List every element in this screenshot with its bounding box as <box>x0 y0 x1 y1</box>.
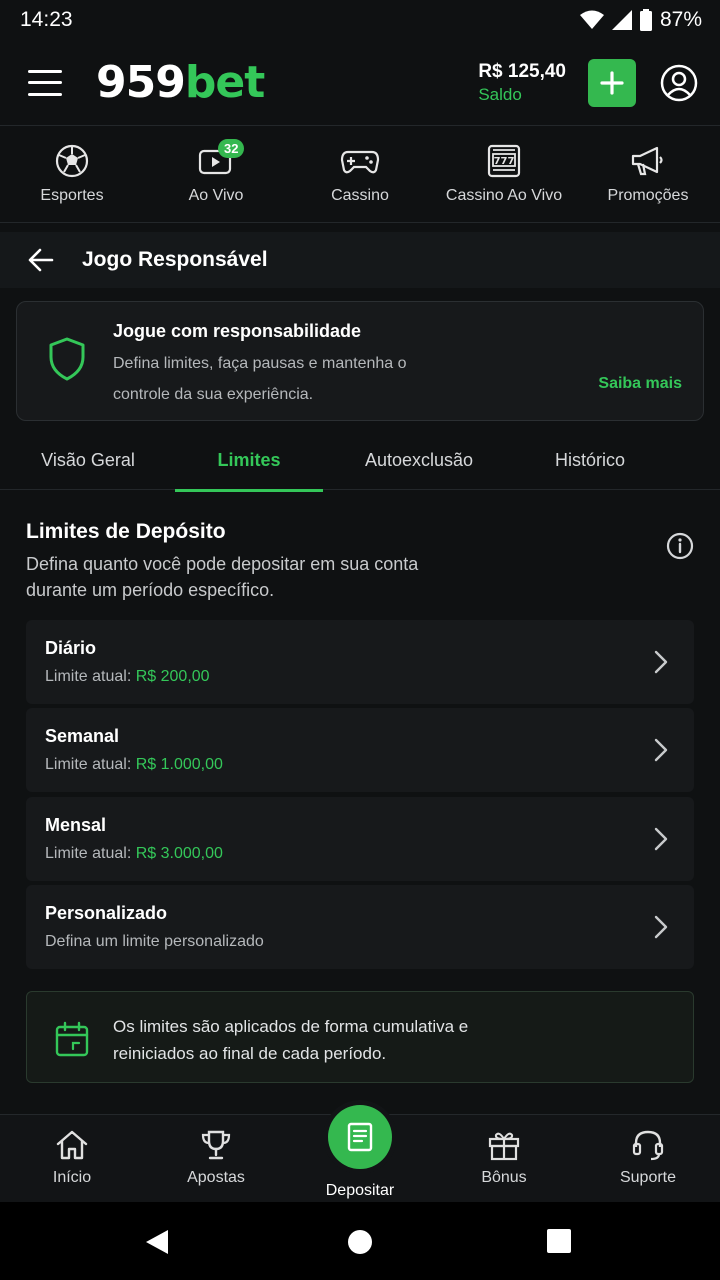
limit-row-diario[interactable]: Diário Limite atual: R$ 200,00 <box>26 620 694 704</box>
limit-name: Diário <box>45 638 97 658</box>
logo-text-number: 959 <box>96 57 186 108</box>
nav-label: Cassino Ao Vivo <box>445 187 563 204</box>
gamepad-icon <box>340 150 380 174</box>
limit-value: R$ 200,00 <box>135 668 210 685</box>
shield-icon <box>49 337 85 381</box>
battery-percent: 87% <box>659 8 702 31</box>
limit-value: R$ 1.000,00 <box>135 756 223 773</box>
bottom-nav: Início Apostas Depositar Bônus Suporte <box>0 1105 720 1203</box>
limit-name: Personalizado <box>45 903 168 923</box>
back-triangle-icon[interactable] <box>144 1229 170 1255</box>
section-description: Defina quanto você pode depositar em sua… <box>26 554 419 600</box>
live-count-badge: 32 <box>218 139 245 158</box>
chevron-right-icon <box>654 738 668 762</box>
limit-current: Limite atual: R$ 200,00 <box>45 668 210 686</box>
soccer-ball-icon <box>55 144 89 178</box>
deposit-plus-button[interactable] <box>588 58 636 107</box>
chevron-right-icon <box>654 827 668 851</box>
card-title: Jogue com responsabilidade <box>113 321 362 341</box>
deposit-fab[interactable] <box>328 1105 392 1169</box>
app-screen: 14:23 87% 959bet R$ 125,40 Saldo Esporte… <box>0 0 720 1280</box>
balance-amount: R$ 125,40 <box>478 60 566 82</box>
tab-visao-geral[interactable]: Visão Geral <box>22 430 154 490</box>
limit-row-personalizado[interactable]: Personalizado Defina um limite personali… <box>26 885 694 969</box>
card-description: Defina limites, faça pausas e mantenha o… <box>113 355 407 403</box>
balance-display[interactable]: R$ 125,40 Saldo <box>478 61 566 105</box>
bottom-nav-label: Depositar <box>325 1182 395 1199</box>
category-nav: Esportes 32 Ao Vivo Cassino 777 Cassino … <box>0 127 720 223</box>
gift-icon <box>488 1132 520 1161</box>
calendar-icon <box>55 1021 89 1057</box>
status-icons: 87% <box>579 8 702 32</box>
nav-item-esportes[interactable]: Esportes <box>0 127 144 222</box>
home-circle-icon[interactable] <box>347 1229 373 1255</box>
limit-value: R$ 3.000,00 <box>135 845 223 862</box>
tab-autoexclusao[interactable]: Autoexclusão <box>346 430 492 490</box>
signal-icon <box>611 10 632 30</box>
nav-item-cassino-ao-vivo[interactable]: 777 Cassino Ao Vivo <box>432 127 576 222</box>
system-nav-bar <box>0 1202 720 1280</box>
limit-current: Limite atual: R$ 3.000,00 <box>45 845 223 863</box>
bottom-nav-apostas[interactable]: Apostas <box>144 1115 288 1203</box>
page-header: Jogo Responsável <box>0 232 720 288</box>
svg-text:777: 777 <box>494 156 515 167</box>
responsibility-card: Jogue com responsabilidade Defina limite… <box>16 301 704 421</box>
battery-icon <box>639 9 652 31</box>
section-title: Limites de Depósito <box>26 520 226 543</box>
limit-name: Mensal <box>45 815 107 835</box>
headset-icon <box>632 1130 664 1161</box>
user-icon[interactable] <box>660 64 698 102</box>
bottom-nav-suporte[interactable]: Suporte <box>576 1115 720 1203</box>
learn-more-link[interactable]: Saiba mais <box>598 375 682 393</box>
limit-current: Limite atual: R$ 1.000,00 <box>45 756 223 774</box>
hamburger-icon[interactable] <box>28 69 62 96</box>
home-icon <box>56 1130 88 1160</box>
chevron-right-icon <box>654 650 668 674</box>
chevron-right-icon <box>654 915 668 939</box>
info-icon[interactable] <box>666 532 694 560</box>
bottom-nav-label: Bônus <box>481 1169 527 1186</box>
receipt-icon <box>347 1122 373 1152</box>
slot-machine-icon: 777 <box>487 144 521 178</box>
limit-name: Semanal <box>45 726 120 746</box>
nav-item-promocoes[interactable]: Promoções <box>576 127 720 222</box>
limit-row-semanal[interactable]: Semanal Limite atual: R$ 1.000,00 <box>26 708 694 792</box>
nav-label: Ao Vivo <box>188 187 244 204</box>
limit-prefix: Limite atual: <box>45 668 136 685</box>
bottom-nav-depositar[interactable]: Depositar <box>288 1105 432 1203</box>
brand-logo[interactable]: 959bet <box>96 57 265 108</box>
bottom-nav-label: Início <box>52 1169 92 1186</box>
tab-bar: Visão Geral Limites Autoexclusão Históri… <box>0 430 720 492</box>
megaphone-icon <box>631 146 663 176</box>
cumulative-limits-note: Os limites são aplicados de forma cumula… <box>26 991 694 1083</box>
limit-row-mensal[interactable]: Mensal Limite atual: R$ 3.000,00 <box>26 797 694 881</box>
bottom-nav-label: Apostas <box>187 1169 245 1186</box>
balance-label: Saldo <box>478 84 522 104</box>
limit-description: Defina um limite personalizado <box>45 933 264 950</box>
nav-item-ao-vivo[interactable]: 32 Ao Vivo <box>144 127 288 222</box>
recents-square-icon[interactable] <box>547 1229 571 1253</box>
app-header: 959bet R$ 125,40 Saldo <box>0 40 720 126</box>
wifi-icon <box>579 10 604 29</box>
tab-limites[interactable]: Limites <box>175 430 323 492</box>
limit-prefix: Limite atual: <box>45 756 136 773</box>
nav-label: Esportes <box>40 187 104 204</box>
bottom-nav-label: Suporte <box>619 1169 677 1186</box>
bottom-nav-bonus[interactable]: Bônus <box>432 1115 576 1203</box>
page-title: Jogo Responsável <box>82 248 268 271</box>
arrow-left-icon[interactable] <box>28 247 54 273</box>
limit-prefix: Limite atual: <box>45 845 136 862</box>
status-time: 14:23 <box>20 8 73 31</box>
trophy-icon <box>201 1130 231 1160</box>
plus-icon <box>600 70 624 95</box>
status-bar: 14:23 87% <box>0 0 720 40</box>
bottom-nav-inicio[interactable]: Início <box>0 1115 144 1203</box>
nav-label: Cassino <box>331 187 389 204</box>
note-text: Os limites são aplicados de forma cumula… <box>113 1017 469 1063</box>
nav-item-cassino[interactable]: Cassino <box>288 127 432 222</box>
logo-text-word: bet <box>184 57 265 108</box>
nav-label: Promoções <box>607 187 689 204</box>
tab-historico[interactable]: Histórico <box>530 430 650 490</box>
